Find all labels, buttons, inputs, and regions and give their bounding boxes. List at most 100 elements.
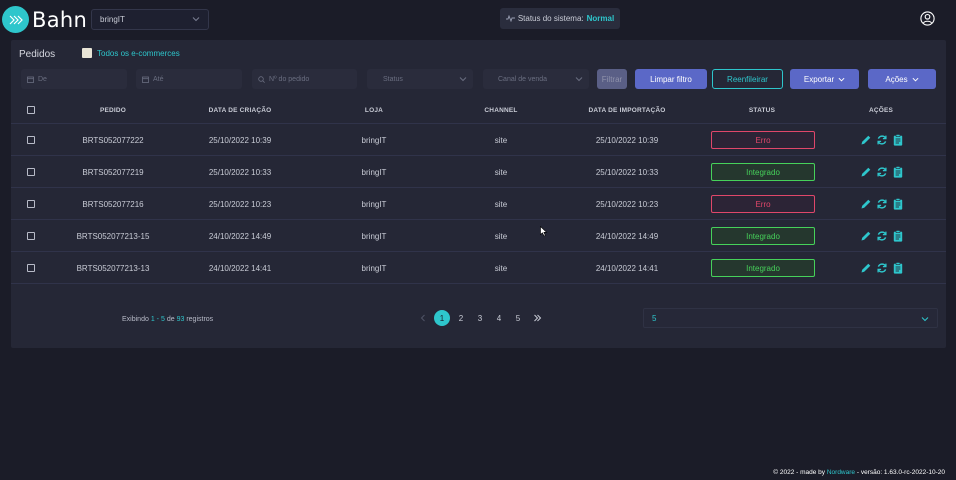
cell-channel: site: [494, 263, 508, 273]
chevron-down-icon: [912, 77, 919, 81]
clipboard-icon[interactable]: [892, 197, 904, 215]
select-all-checkbox-cell[interactable]: [25, 96, 37, 124]
cell-data-criacao: 25/10/2022 10:23: [208, 199, 272, 209]
channel-placeholder: Canal de venda: [498, 75, 548, 83]
refresh-icon[interactable]: [876, 165, 888, 183]
orders-panel: Pedidos Todos os e-commerces De Até Nº d…: [11, 40, 946, 348]
store-select[interactable]: bringIT: [91, 9, 209, 30]
page-button[interactable]: 4: [491, 310, 507, 326]
cell-channel: site: [494, 199, 508, 209]
row-checkbox-cell[interactable]: [25, 124, 37, 156]
actions-label: Ações: [885, 74, 908, 84]
filter-button[interactable]: Filtrar: [597, 69, 627, 89]
date-from-input[interactable]: De: [21, 69, 127, 89]
refresh-icon[interactable]: [876, 229, 888, 247]
clipboard-icon[interactable]: [892, 229, 904, 247]
refresh-icon[interactable]: [876, 197, 888, 215]
per-page-value: 5: [652, 313, 657, 323]
order-number-input[interactable]: Nº do pedido: [252, 69, 357, 89]
refresh-icon[interactable]: [876, 261, 888, 279]
system-status-badge: Status do sistema: Normal: [500, 8, 620, 29]
row-checkbox[interactable]: [27, 168, 35, 176]
row-checkbox[interactable]: [27, 232, 35, 240]
table-row[interactable]: BRTS052077213-15 24/10/2022 14:49 bringIT s…: [11, 220, 946, 252]
chevron-down-icon: [575, 77, 583, 82]
mouse-cursor-icon: [540, 224, 548, 242]
store-select-value: bringIT: [100, 15, 125, 24]
per-page-select[interactable]: 5: [643, 308, 938, 328]
select-all-checkbox[interactable]: [27, 106, 35, 114]
row-actions: [860, 229, 904, 247]
refresh-icon[interactable]: [876, 133, 888, 151]
table-row[interactable]: BRTS052077222 25/10/2022 10:39 bringIT site…: [11, 124, 946, 156]
row-checkbox-cell[interactable]: [25, 156, 37, 188]
page-button[interactable]: 1: [434, 310, 450, 326]
status-placeholder: Status: [383, 75, 403, 83]
page-button[interactable]: 5: [510, 310, 526, 326]
channel-select[interactable]: Canal de venda: [483, 69, 589, 89]
page-button[interactable]: 2: [453, 310, 469, 326]
clear-filter-label: Limpar filtro: [650, 74, 692, 84]
user-circle-icon[interactable]: [920, 11, 935, 31]
table-row[interactable]: BRTS052077216 25/10/2022 10:23 bringIT site…: [11, 188, 946, 220]
brand-logo[interactable]: Bahn: [2, 6, 87, 33]
row-checkbox[interactable]: [27, 264, 35, 272]
pencil-icon[interactable]: [860, 229, 872, 247]
footer-company-link[interactable]: Nordware: [827, 469, 855, 476]
clipboard-icon[interactable]: [892, 133, 904, 151]
system-status-value: Normal: [586, 14, 615, 23]
col-channel[interactable]: CHANNEL: [451, 96, 551, 124]
next-page-button[interactable]: [529, 310, 545, 326]
table-row[interactable]: BRTS052077219 25/10/2022 10:33 bringIT site…: [11, 156, 946, 188]
checkbox-box[interactable]: [82, 48, 92, 58]
page-title: Pedidos: [19, 49, 56, 60]
pencil-icon[interactable]: [860, 261, 872, 279]
order-number-placeholder: Nº do pedido: [269, 75, 310, 83]
pencil-icon[interactable]: [860, 165, 872, 183]
row-checkbox-cell[interactable]: [25, 188, 37, 220]
showing-from: 1: [150, 316, 155, 323]
actions-button[interactable]: Ações: [868, 69, 936, 89]
col-data-importacao[interactable]: DATA DE IMPORTAÇÃO: [571, 96, 683, 124]
col-status[interactable]: STATUS: [711, 96, 813, 124]
prev-page-button[interactable]: [415, 310, 431, 326]
status-badge: Erro: [711, 131, 815, 149]
showing-of: de: [166, 316, 175, 323]
col-acoes: AÇÕES: [868, 106, 894, 114]
table-row[interactable]: BRTS052077213-13 24/10/2022 14:41 bringIT s…: [11, 252, 946, 284]
date-to-input[interactable]: Até: [136, 69, 242, 89]
requeue-button[interactable]: Reenfileirar: [712, 69, 783, 89]
page-button[interactable]: 3: [472, 310, 488, 326]
cell-loja: bringIT: [361, 167, 387, 177]
date-from-placeholder: De: [38, 75, 47, 83]
cell-loja: bringIT: [361, 263, 387, 273]
row-checkbox[interactable]: [27, 200, 35, 208]
clipboard-icon[interactable]: [892, 261, 904, 279]
row-checkbox-cell[interactable]: [25, 252, 37, 284]
row-actions: [860, 165, 904, 183]
calendar-icon: [142, 76, 149, 83]
col-pedido[interactable]: PEDIDO: [61, 96, 165, 124]
col-data-criacao[interactable]: DATA DE CRIAÇÃO: [186, 96, 294, 124]
clipboard-icon[interactable]: [892, 165, 904, 183]
export-button[interactable]: Exportar: [790, 69, 859, 89]
col-loja[interactable]: LOJA: [324, 96, 424, 124]
cell-pedido: BRTS052077219: [82, 167, 144, 177]
status-badge: Integrado: [711, 227, 815, 245]
row-checkbox-cell[interactable]: [25, 220, 37, 252]
row-checkbox[interactable]: [27, 136, 35, 144]
status-select[interactable]: Status: [367, 69, 473, 89]
all-ecommerces-checkbox[interactable]: Todos os e-commerces: [82, 48, 180, 58]
pencil-icon[interactable]: [860, 133, 872, 151]
records-summary: Exibindo 1 - 5 de 93 registros: [122, 316, 213, 323]
filter-bar: De Até Nº do pedido Status Canal de vend…: [11, 69, 946, 89]
calendar-icon: [27, 76, 34, 83]
clear-filter-button[interactable]: Limpar filtro: [635, 69, 707, 89]
cell-loja: bringIT: [361, 231, 387, 241]
date-to-placeholder: Até: [153, 75, 164, 83]
cell-pedido: BRTS052077216: [82, 199, 144, 209]
showing-total: 93: [176, 316, 185, 323]
chevrons-right-icon: [2, 6, 29, 33]
pencil-icon[interactable]: [860, 197, 872, 215]
cell-data-criacao: 25/10/2022 10:39: [208, 135, 272, 145]
